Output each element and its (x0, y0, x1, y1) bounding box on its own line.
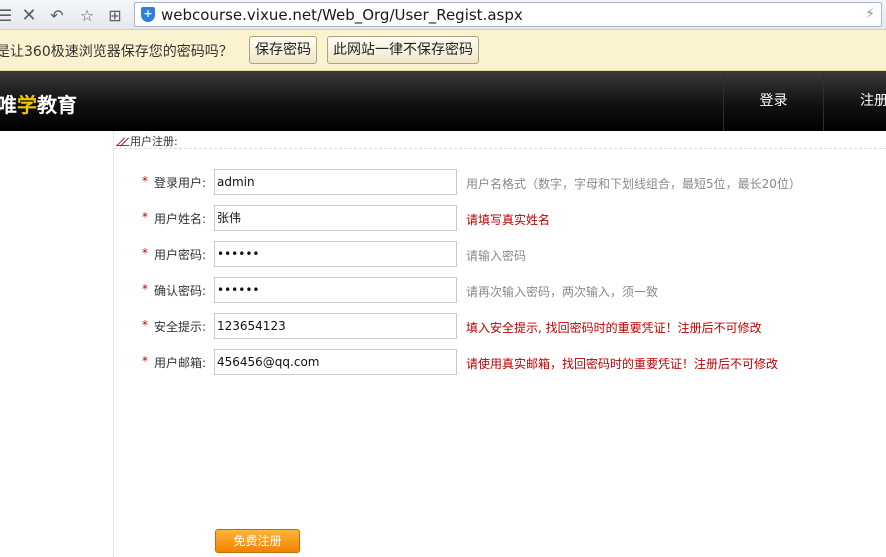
site-header: 唯学教育 登录 注册 (0, 71, 886, 131)
close-icon[interactable]: ✕ (18, 4, 40, 26)
field-hint: 请填写真实姓名 (466, 213, 551, 227)
section-slash-icon (117, 136, 129, 146)
grid-icon[interactable]: ⊞ (104, 4, 126, 26)
star-icon[interactable]: ☆ (76, 4, 98, 26)
field-label: 确认密码: (154, 284, 207, 298)
required-mark: * (142, 282, 148, 296)
field-label: 登录用户: (154, 176, 207, 190)
realname-input[interactable]: 张伟 (214, 205, 457, 231)
save-password-button[interactable]: 保存密码 (249, 36, 317, 64)
username-input[interactable]: admin (214, 169, 457, 195)
undo-icon[interactable]: ↶ (46, 4, 68, 26)
menu-icon[interactable]: ☰ (0, 4, 16, 26)
logo-text-highlight: 学 (17, 93, 37, 117)
form-row-realname: * 用户姓名: 张伟 请填写真实姓名 (114, 205, 886, 231)
logo-text-post: 教育 (37, 93, 77, 117)
address-bar[interactable]: + webcourse.vixue.net/Web_Org/User_Regis… (134, 2, 882, 27)
section-title: 用户注册: (130, 135, 178, 148)
form-row-email: * 用户邮箱: 456456@qq.com 请使用真实邮箱，找回密码时的重要凭证… (114, 349, 886, 375)
required-mark: * (142, 210, 148, 224)
required-mark: * (142, 246, 148, 260)
form-row-password: * 用户密码: •••••• 请输入密码 (114, 241, 886, 267)
password-save-bar: 是让360极速浏览器保存您的密码吗？ 保存密码 此网站一律不保存密码 (0, 30, 886, 71)
nav-register[interactable]: 注册 (823, 71, 886, 131)
field-label: 用户邮箱: (154, 356, 207, 370)
never-save-password-button[interactable]: 此网站一律不保存密码 (327, 36, 479, 64)
register-submit-button[interactable]: 免费注册 (215, 529, 300, 553)
field-label: 安全提示: (154, 320, 207, 334)
form-row-confirm-password: * 确认密码: •••••• 请再次输入密码，两次输入，须一致 (114, 277, 886, 303)
lightning-icon[interactable]: ⚡ (865, 6, 875, 22)
field-label: 用户密码: (154, 248, 207, 262)
field-hint: 请输入密码 (466, 249, 527, 263)
field-hint: 请再次输入密码，两次输入，须一致 (466, 285, 659, 299)
password-input[interactable]: •••••• (214, 241, 457, 267)
password-save-prompt: 是让360极速浏览器保存您的密码吗？ (0, 44, 233, 60)
required-mark: * (142, 174, 148, 188)
field-hint: 请使用真实邮箱，找回密码时的重要凭证！注册后不可修改 (466, 357, 779, 371)
security-tip-input[interactable]: 123654123 (214, 313, 457, 339)
form-row-security-tip: * 安全提示: 123654123 填入安全提示, 找回密码时的重要凭证！注册后… (114, 313, 886, 339)
registration-form: 用户注册: * 登录用户: admin 用户名格式（数字，字母和下划线组合，最短… (113, 131, 886, 557)
site-logo[interactable]: 唯学教育 (0, 89, 77, 118)
field-label: 用户姓名: (154, 212, 207, 226)
field-hint: 填入安全提示, 找回密码时的重要凭证！注册后不可修改 (466, 321, 762, 335)
email-input[interactable]: 456456@qq.com (214, 349, 457, 375)
form-row-username: * 登录用户: admin 用户名格式（数字，字母和下划线组合，最短5位，最长2… (114, 169, 886, 195)
logo-text-pre: 唯 (0, 93, 17, 117)
field-hint: 用户名格式（数字，字母和下划线组合，最短5位，最长20位） (466, 177, 801, 191)
required-mark: * (142, 354, 148, 368)
nav-login[interactable]: 登录 (723, 71, 823, 131)
address-text: webcourse.vixue.net/Web_Org/User_Regist.… (161, 6, 523, 24)
section-header: 用户注册: (114, 131, 886, 149)
confirm-password-input[interactable]: •••••• (214, 277, 457, 303)
security-shield-icon: + (141, 7, 155, 22)
browser-toolbar: ☰ ✕ ↶ ☆ ⊞ + webcourse.vixue.net/Web_Org/… (0, 0, 886, 30)
required-mark: * (142, 318, 148, 332)
